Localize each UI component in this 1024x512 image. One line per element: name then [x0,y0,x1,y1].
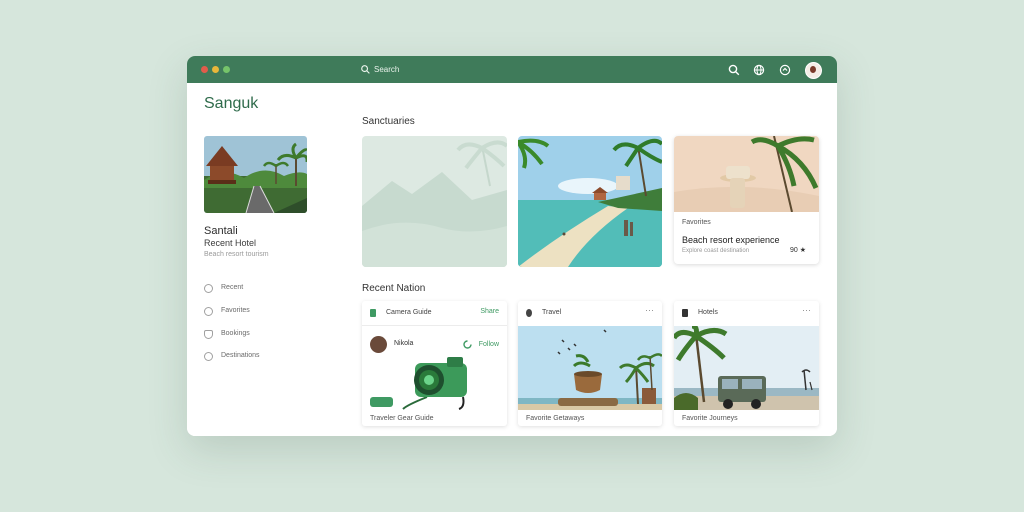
circle-icon [204,307,213,316]
card-footer: Favorite Journeys [682,415,738,422]
divider [362,325,507,326]
card-header-label: Hotels [698,309,718,316]
beach-card[interactable] [518,136,662,267]
card-footer: Favorite Getaways [526,415,585,422]
sidebar-item-label: Destinations [221,352,260,359]
share-icon[interactable] [779,64,791,76]
sidebar-item-label: Bookings [221,330,250,337]
profile-cover-image [204,136,307,213]
featured-label: Favorites [682,219,711,226]
close-window-button[interactable] [201,66,208,73]
shield-icon [204,330,213,339]
featured-image [674,136,819,212]
maximize-window-button[interactable] [223,66,230,73]
sidebar: Sanguk Santali Recent Hotel Beach resort… [187,83,342,436]
follow-link[interactable]: Follow [479,341,499,348]
card-header-label: Camera Guide [386,309,432,316]
search-icon[interactable] [728,64,740,76]
lock-icon [682,309,688,317]
more-options-icon[interactable]: ··· [645,305,654,315]
app-brand: Sanguk [204,95,259,112]
featured-subtitle: Explore coast destination [682,248,750,254]
camera-guide-card[interactable]: Camera Guide Share Nikola Follow Travele… [362,301,507,426]
profile-subtitle: Beach resort tourism [204,251,269,258]
hotels-card[interactable]: Hotels ··· Favorite Journeys [674,301,819,426]
circle-icon [204,284,213,293]
profile-avatar[interactable] [805,62,822,79]
featured-rating: 90 ★ [790,247,807,254]
main-content: Sanctuaries Favorites Beach resort exper… [342,83,837,436]
title-bar: Search [187,56,837,83]
globe-icon[interactable] [753,64,765,76]
profile-name: Santali [204,225,238,237]
section-title-sanctuaries: Sanctuaries [362,116,415,127]
profile-role: Recent Hotel [204,238,257,248]
share-link[interactable]: Share [480,308,499,315]
sidebar-item-label: Favorites [221,307,250,314]
sidebar-item-label: Recent [221,284,244,291]
user-avatar [370,336,387,353]
mountain-card[interactable] [362,136,507,267]
travel-card[interactable]: Travel ··· Favorite Getaways [518,301,662,426]
card-header-label: Travel [542,309,562,316]
featured-title: Beach resort experience [682,235,780,245]
bookmark-icon [370,309,376,317]
tag-icon [526,309,532,317]
refresh-icon [463,340,472,349]
hotels-image [674,326,819,410]
camera-image [402,357,467,410]
section-title-recent-nation: Recent Nation [362,283,426,294]
travel-image [518,326,662,410]
minimize-window-button[interactable] [212,66,219,73]
user-name: Nikola [394,340,414,347]
circle-icon [204,352,213,361]
app-window: Search Sanguk Santali Recent Hotel Beach… [187,56,837,436]
search-placeholder: Search [374,65,400,74]
card-footer: Traveler Gear Guide [370,415,434,422]
action-button[interactable] [370,397,393,407]
featured-card[interactable]: Favorites Beach resort experience Explor… [674,136,819,264]
more-options-icon[interactable]: ··· [802,305,811,315]
search-icon [361,65,370,74]
